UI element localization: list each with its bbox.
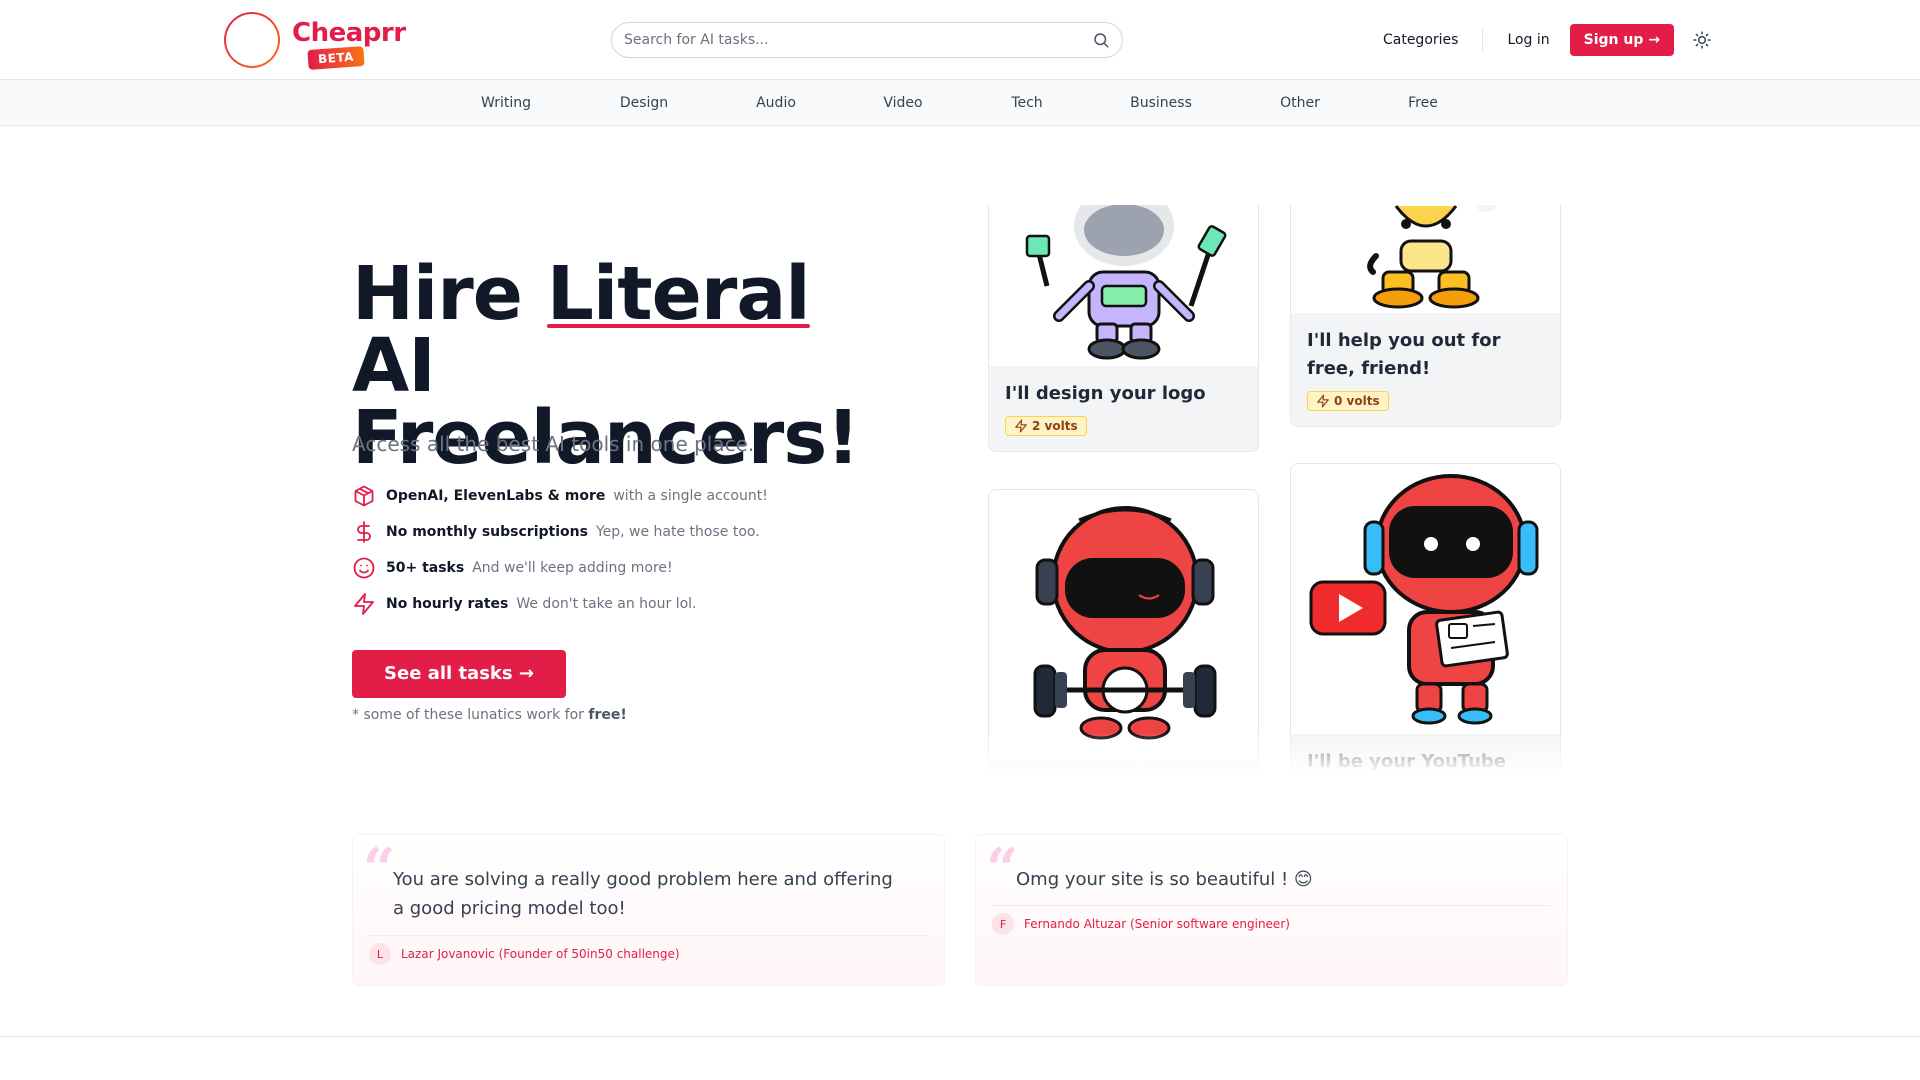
task-card[interactable]: I'll help you out for free, friend! 0 vo…: [1290, 205, 1561, 427]
dollar-icon: [357, 521, 371, 543]
task-card-title: I'll be your YouTube: [1307, 751, 1507, 772]
feature-description: Yep, we hate those too.: [595, 524, 760, 540]
task-card-title: I'll design your logo: [1005, 383, 1206, 404]
category-business[interactable]: Business: [1130, 80, 1192, 126]
quote-icon: “: [363, 836, 396, 902]
testimonial-author: F Fernando Altuzar (Senior software engi…: [992, 913, 1290, 935]
section-divider: [0, 1036, 1920, 1037]
brand-name: Cheaprr: [292, 18, 406, 48]
feature-title: 50+ tasks: [386, 560, 465, 576]
volts-label: 2 volts: [1032, 419, 1078, 433]
header-nav: Categories Log in Sign up →: [1371, 24, 1712, 56]
categories-link[interactable]: Categories: [1371, 24, 1470, 56]
lightning-icon: [1317, 394, 1329, 408]
feature-list: OpenAI, ElevenLabs & more with a single …: [352, 478, 872, 622]
feature-title: OpenAI, ElevenLabs & more: [386, 488, 606, 504]
volts-label: 0 volts: [1334, 394, 1380, 408]
purple-robot-image: [989, 205, 1258, 366]
quote-icon: “: [986, 836, 1019, 902]
author-name: Lazar Jovanovic (Founder of 50in50 chall…: [401, 947, 680, 961]
free-note: * some of these lunatics work for free!: [352, 707, 627, 723]
feature-item: OpenAI, ElevenLabs & more with a single …: [352, 478, 872, 514]
nav-divider: [1482, 28, 1484, 52]
testimonial-card: “ Omg your site is so beautiful ! 😊 F Fe…: [975, 834, 1568, 986]
brand-logo[interactable]: Cheaprr BETA: [224, 12, 406, 72]
red-robot-weightlifter-image: [989, 490, 1258, 760]
yellow-robot-image: [1291, 205, 1560, 313]
top-header: Cheaprr BETA Categories Log in Sign up →: [0, 0, 1920, 80]
category-design[interactable]: Design: [620, 80, 668, 126]
task-card-title: I'll help you out for free, friend!: [1307, 330, 1501, 379]
testimonial-divider: [369, 935, 928, 936]
free-note-bold: free!: [588, 707, 627, 723]
testimonial-text: You are solving a really good problem he…: [393, 869, 893, 919]
task-card[interactable]: I'll be your YouTube: [1290, 463, 1561, 773]
package-icon: [354, 485, 374, 507]
task-card[interactable]: [988, 489, 1259, 773]
feature-item: No monthly subscriptions Yep, we hate th…: [352, 514, 872, 550]
testimonial-card: “ You are solving a really good problem …: [352, 834, 945, 986]
category-tech[interactable]: Tech: [1011, 80, 1042, 126]
feature-item: No hourly rates We don't take an hour lo…: [352, 586, 872, 622]
search-icon[interactable]: [1092, 31, 1110, 49]
lightning-icon: [1015, 419, 1027, 433]
category-video[interactable]: Video: [883, 80, 922, 126]
avatar: F: [992, 913, 1014, 935]
category-writing[interactable]: Writing: [481, 80, 531, 126]
see-all-tasks-button[interactable]: See all tasks →: [352, 650, 566, 698]
testimonial-divider: [992, 905, 1551, 906]
category-bar: Writing Design Audio Video Tech Business…: [0, 80, 1920, 126]
feature-title: No hourly rates: [386, 596, 509, 612]
feature-description: And we'll keep adding more!: [472, 560, 673, 576]
category-other[interactable]: Other: [1280, 80, 1320, 126]
login-link[interactable]: Log in: [1495, 24, 1561, 56]
testimonial-author: L Lazar Jovanovic (Founder of 50in50 cha…: [369, 943, 680, 965]
volts-badge: 0 volts: [1307, 391, 1389, 411]
feature-description: We don't take an hour lol.: [516, 596, 697, 612]
signup-button[interactable]: Sign up →: [1569, 24, 1674, 56]
search-input[interactable]: [624, 23, 1064, 57]
sun-icon[interactable]: [1692, 30, 1712, 50]
red-robot-youtube-image: [1291, 464, 1560, 734]
feature-description: with a single account!: [613, 488, 768, 504]
category-audio[interactable]: Audio: [756, 80, 796, 126]
smile-icon: [353, 557, 375, 579]
logo-circle-icon: [224, 12, 280, 68]
feature-item: 50+ tasks And we'll keep adding more!: [352, 550, 872, 586]
task-cards-showcase: I'll design your logo 2 volts I'll help …: [985, 205, 1565, 773]
beta-badge: BETA: [307, 46, 365, 70]
volts-badge: 2 volts: [1005, 416, 1087, 436]
hero-subtitle: Access all the best AI tools in one plac…: [352, 432, 755, 456]
task-card[interactable]: I'll design your logo 2 volts: [988, 205, 1259, 452]
avatar: L: [369, 943, 391, 965]
hero-title-highlight: Literal: [546, 251, 811, 337]
author-name: Fernando Altuzar (Senior software engine…: [1024, 917, 1290, 931]
testimonial-text: Omg your site is so beautiful ! 😊: [1016, 869, 1313, 890]
lightning-icon: [354, 593, 374, 615]
category-free[interactable]: Free: [1408, 80, 1438, 126]
feature-title: No monthly subscriptions: [386, 524, 588, 540]
search-bar: [611, 22, 1123, 58]
